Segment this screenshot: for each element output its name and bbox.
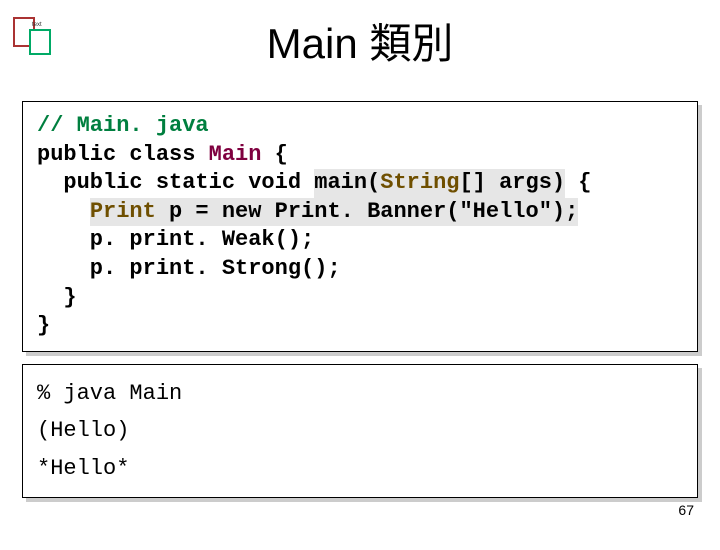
code-l5: p. print. Weak();	[37, 227, 314, 252]
code-l3b: main(	[314, 170, 380, 195]
code-l3e: {	[565, 170, 591, 195]
out-l2: (Hello)	[37, 418, 129, 443]
code-l7: }	[37, 285, 77, 310]
code-l4a	[37, 199, 90, 224]
code-l3d: [] args)	[459, 170, 565, 195]
code-l3a: public static void	[37, 170, 314, 195]
page-number: 67	[678, 502, 694, 518]
code-l2c: {	[261, 142, 287, 167]
code-block: // Main. java public class Main { public…	[22, 101, 698, 352]
out-l1: % java Main	[37, 381, 182, 406]
code-l4c: p = new Print. Banner("Hello");	[156, 199, 578, 224]
svg-text:text: text	[32, 22, 42, 28]
out-l3: *Hello*	[37, 456, 129, 481]
code-l2b: Main	[209, 142, 262, 167]
slide-title: Main 類別	[0, 10, 720, 71]
code-l2a: public class	[37, 142, 209, 167]
logo-icon: text	[12, 16, 52, 56]
code-l8: }	[37, 313, 50, 338]
code-l3c: String	[380, 170, 459, 195]
code-l6: p. print. Strong();	[37, 256, 341, 281]
code-l4b: Print	[90, 199, 156, 224]
code-l1: // Main. java	[37, 113, 209, 138]
output-block: % java Main (Hello) *Hello*	[22, 364, 698, 498]
